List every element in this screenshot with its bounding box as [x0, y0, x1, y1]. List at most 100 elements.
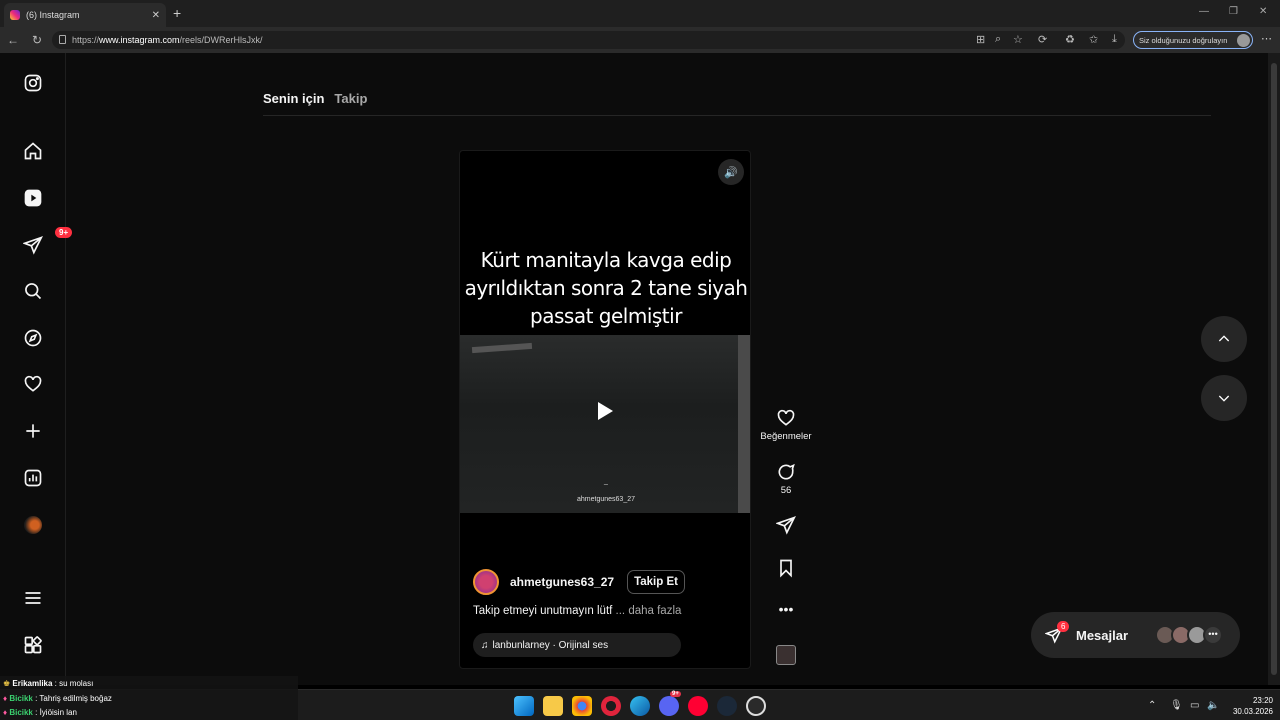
- video-watermark: ahmetgunes63_27: [577, 496, 635, 503]
- next-reel-button[interactable]: [1201, 375, 1247, 421]
- tab-title: (6) Instagram: [26, 10, 80, 20]
- stream-chat-overlay: ♚ Erikamlika : su molası ♦ Bicikk : Tahr…: [0, 676, 298, 720]
- home-icon[interactable]: [21, 139, 45, 163]
- feed-tabs: Senin için Takip: [263, 91, 367, 106]
- comments-count: 56: [780, 485, 792, 496]
- video-scene: [738, 335, 750, 513]
- profile-avatar[interactable]: [21, 513, 45, 537]
- tab-for-you[interactable]: Senin için: [263, 91, 324, 106]
- reel-overlay-text: Kürt manitayla kavga edip ayrıldıktan so…: [460, 246, 750, 330]
- direct-messages-icon[interactable]: 9+: [21, 227, 73, 257]
- reel-player[interactable]: 🔊 Kürt manitayla kavga edip ayrıldıktan …: [459, 150, 751, 669]
- zoom-icon[interactable]: ⌕: [995, 33, 1001, 46]
- favorites-icon[interactable]: ✩: [1089, 33, 1098, 46]
- app-available-icon[interactable]: ⊞: [976, 33, 985, 46]
- show-hidden-icons[interactable]: ⌃: [1148, 700, 1156, 711]
- obs-icon[interactable]: [746, 696, 766, 716]
- reel-author: ahmetgunes63_27 Takip Et: [473, 569, 685, 595]
- start-icon[interactable]: [514, 696, 534, 716]
- author-name[interactable]: ahmetgunes63_27: [510, 575, 614, 589]
- chat-text: Tahriş edilmiş boğaz: [39, 694, 112, 703]
- apps-grid-icon[interactable]: [21, 633, 45, 657]
- audio-label: lanbunlarney · Orijinal ses: [492, 639, 609, 651]
- address-toolbar: ← ↻ https://www.instagram.com/reels/DWRe…: [0, 27, 1280, 53]
- address-input[interactable]: https://www.instagram.com/reels/DWRerHls…: [52, 31, 1125, 49]
- save-button[interactable]: [760, 558, 812, 581]
- chat-user: Bicikk: [9, 708, 33, 717]
- instagram-page: 9+ Senin için Takip 🔊 Kürt manitayla kav…: [0, 53, 1268, 685]
- tab-following[interactable]: Takip: [334, 91, 367, 106]
- browser-tab[interactable]: (6) Instagram ✕: [4, 3, 166, 27]
- tab-close-icon[interactable]: ✕: [152, 10, 160, 21]
- scrollbar-thumb[interactable]: [1271, 63, 1277, 675]
- comment-button[interactable]: 56: [760, 462, 812, 496]
- reel-video-frame[interactable]: _ ahmetgunes63_27: [460, 335, 750, 513]
- youtube-music-icon[interactable]: [688, 696, 708, 716]
- more-options-icon[interactable]: •••: [760, 601, 812, 617]
- microphone-icon[interactable]: 🎙: [1170, 700, 1183, 711]
- extensions-icon[interactable]: ⟳: [1038, 33, 1047, 46]
- instagram-logo-icon[interactable]: [21, 71, 45, 95]
- like-button[interactable]: Beğenmeler: [760, 408, 812, 442]
- browser-menu-icon[interactable]: ⋯: [1261, 32, 1272, 45]
- reload-icon[interactable]: ↻: [27, 33, 47, 47]
- discord-icon[interactable]: 9+: [659, 691, 681, 716]
- new-tab-icon[interactable]: +: [173, 5, 181, 21]
- chat-text: su molası: [59, 679, 94, 688]
- profile-avatar: [1237, 34, 1250, 47]
- likes-label: Beğenmeler: [760, 431, 812, 442]
- chat-user: Erikamlika: [12, 679, 53, 688]
- page-scrollbar[interactable]: [1268, 53, 1280, 685]
- explore-compass-icon[interactable]: [21, 326, 45, 350]
- more-avatars-icon: •••: [1203, 625, 1223, 645]
- create-plus-icon[interactable]: [21, 419, 45, 443]
- verify-identity-button[interactable]: Siz olduğunuzu doğrulayın: [1133, 31, 1253, 49]
- message-avatars: •••: [1155, 625, 1223, 645]
- app-badge: 9+: [670, 691, 681, 697]
- chevron-up-icon: [1218, 335, 1230, 342]
- verify-label: Siz olduğunuzu doğrulayın: [1139, 35, 1228, 45]
- more-menu-icon[interactable]: [21, 586, 45, 610]
- more-link[interactable]: ... daha fazla: [616, 605, 682, 617]
- messages-badge: 6: [1057, 621, 1070, 632]
- window-close-icon[interactable]: ✕: [1259, 6, 1267, 17]
- chat-message: ♦ Bicikk : Tahriş edilmiş boğaz: [3, 694, 112, 703]
- downloads-icon[interactable]: ⤓: [1112, 33, 1117, 46]
- minimize-icon[interactable]: —: [1199, 6, 1209, 17]
- url-path: /reels/DWRerHlsJxk/: [179, 35, 263, 45]
- heart-icon: [777, 409, 795, 426]
- favorite-star-icon[interactable]: ☆: [1013, 33, 1023, 46]
- video-scene: [471, 342, 533, 354]
- edge-icon[interactable]: [630, 696, 650, 716]
- browser-essentials-icon[interactable]: ♻: [1065, 33, 1075, 46]
- steam-icon[interactable]: [717, 696, 737, 716]
- chrome-icon[interactable]: [572, 696, 592, 716]
- heart-notifications-icon[interactable]: [21, 372, 45, 396]
- messages-button[interactable]: 6 Mesajlar •••: [1031, 612, 1240, 658]
- site-info-icon[interactable]: [59, 35, 66, 44]
- system-clock[interactable]: 23:20 30.03.2026: [1227, 695, 1273, 717]
- volume-icon[interactable]: 🔊: [718, 159, 744, 185]
- instagram-favicon-icon: [10, 10, 20, 20]
- audio-pill[interactable]: ♫ lanbunlarney · Orijinal ses: [473, 633, 681, 657]
- messages-label: Mesajlar: [1076, 627, 1129, 643]
- share-button[interactable]: [760, 515, 812, 538]
- reels-icon[interactable]: [21, 186, 45, 210]
- music-note-icon: ♫: [481, 639, 489, 651]
- opera-icon[interactable]: [601, 696, 621, 716]
- dashboard-icon[interactable]: [21, 466, 45, 490]
- search-icon[interactable]: [21, 279, 45, 303]
- network-icon[interactable]: ▭: [1190, 700, 1199, 711]
- restore-icon[interactable]: ❐: [1229, 6, 1238, 17]
- video-mark: _: [604, 478, 608, 485]
- previous-reel-button[interactable]: [1201, 316, 1247, 362]
- play-icon[interactable]: [598, 402, 613, 420]
- author-avatar[interactable]: [473, 569, 499, 595]
- file-explorer-icon[interactable]: [543, 696, 563, 716]
- follow-button[interactable]: Takip Et: [627, 570, 685, 594]
- back-icon[interactable]: ←: [3, 33, 23, 47]
- audio-thumbnail[interactable]: [776, 645, 796, 665]
- volume-icon[interactable]: 🔈: [1207, 700, 1219, 711]
- taskbar-apps: 9+: [514, 691, 766, 716]
- url-host: www.instagram.com: [99, 35, 180, 45]
